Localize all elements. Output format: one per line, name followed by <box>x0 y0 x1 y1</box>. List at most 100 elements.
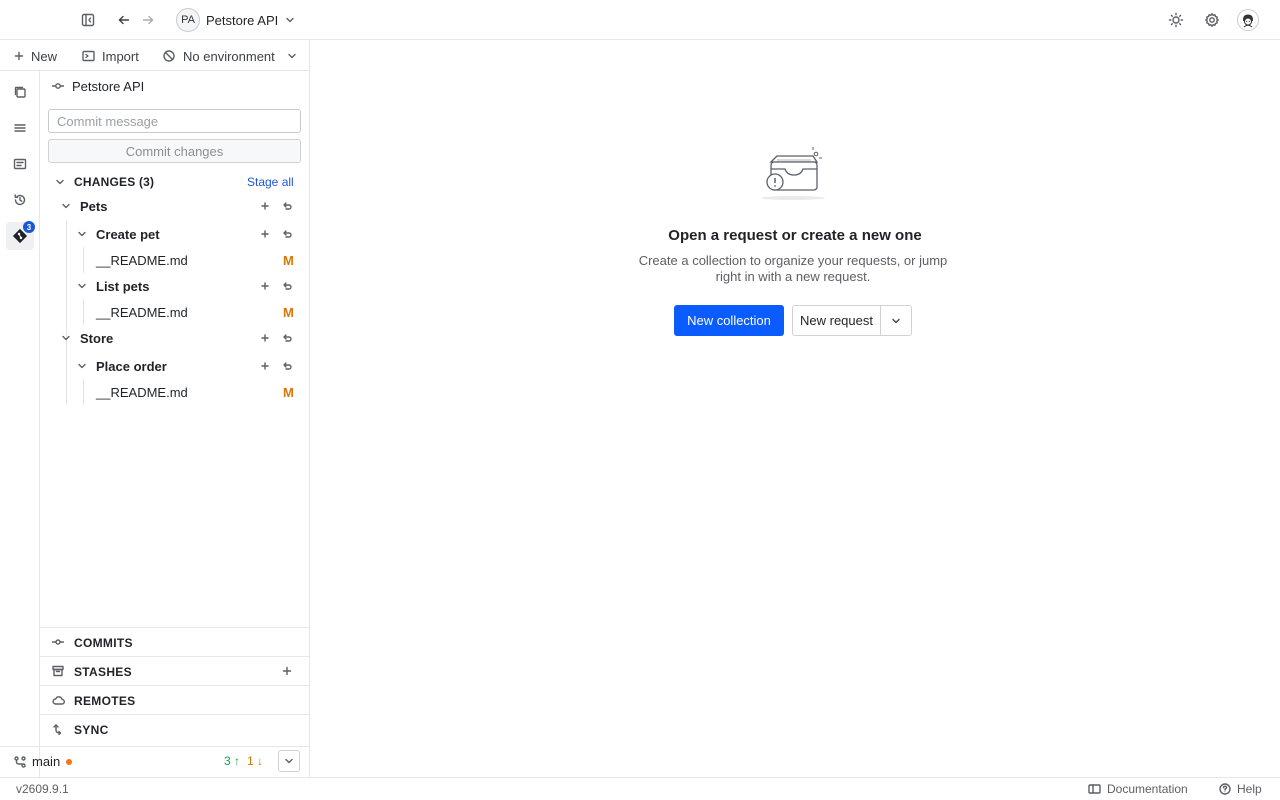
discard-undo-icon[interactable] <box>281 200 293 212</box>
sidebar-toggle-icon[interactable] <box>78 10 98 30</box>
discard-undo-icon[interactable] <box>281 332 293 344</box>
book-icon <box>1088 784 1101 794</box>
modified-status: M <box>283 252 294 268</box>
branch-bar: main 3 ↑ 1 ↓ <box>0 746 310 777</box>
tree-folder-list-pets[interactable]: List pets <box>40 273 310 299</box>
tree-label: __README.md <box>96 384 188 400</box>
new-collection-button[interactable]: New collection <box>674 305 784 336</box>
top-bar: PA Petstore API <box>0 0 1280 40</box>
gear-icon[interactable] <box>1202 10 1222 30</box>
changes-header[interactable]: CHANGES (3) Stage all <box>40 169 310 195</box>
changes-label: CHANGES (3) <box>74 175 155 189</box>
chevron-down-icon <box>285 758 293 764</box>
workspace-name: Petstore API <box>206 12 279 28</box>
environment-selector[interactable]: No environment <box>162 47 298 65</box>
new-request-button[interactable]: New request <box>793 306 881 335</box>
new-label: New <box>31 48 58 64</box>
cloud-icon <box>52 696 65 705</box>
no-environment-icon <box>163 50 175 62</box>
stage-plus-icon[interactable] <box>259 228 271 240</box>
status-bar: v2609.9.1 Documentation Help <box>0 777 1280 800</box>
chevron-down-icon <box>78 283 86 289</box>
documentation-link[interactable]: Documentation <box>1088 782 1188 796</box>
git-badge: 3 <box>23 221 35 233</box>
branch-name: main <box>32 754 61 769</box>
stage-plus-icon[interactable] <box>259 360 271 372</box>
tree-label: Store <box>80 330 114 346</box>
plus-icon[interactable] <box>282 666 292 676</box>
tree-folder-pets[interactable]: Pets <box>40 193 310 219</box>
workspace-switcher[interactable]: PA Petstore API <box>176 7 296 33</box>
new-button[interactable]: New <box>14 47 57 65</box>
repo-header: Petstore API <box>52 77 144 95</box>
remotes-section[interactable]: REMOTES <box>40 685 310 714</box>
collections-icon[interactable] <box>6 114 34 142</box>
commit-icon <box>52 639 64 645</box>
sync-section[interactable]: SYNC <box>40 714 310 743</box>
modified-status: M <box>283 304 294 320</box>
archive-icon <box>52 665 64 677</box>
tree-folder-place-order[interactable]: Place order <box>40 353 310 379</box>
git-panel: Petstore API Commit changes CHANGES (3) … <box>40 71 310 777</box>
stage-plus-icon[interactable] <box>259 332 271 344</box>
chevron-down-icon <box>78 363 86 369</box>
help-link[interactable]: Help <box>1219 782 1262 796</box>
modified-status: M <box>283 384 294 400</box>
discard-undo-icon[interactable] <box>281 360 293 372</box>
forward-arrow-icon[interactable] <box>138 10 158 30</box>
environment-label: No environment <box>183 48 275 64</box>
documentation-label: Documentation <box>1107 782 1188 796</box>
tree-file[interactable]: __README.md M <box>40 247 310 273</box>
tree-label: __README.md <box>96 252 188 268</box>
tree-folder-create-pet[interactable]: Create pet <box>40 221 310 247</box>
behind-count: 1 ↓ <box>247 754 264 768</box>
remotes-label: REMOTES <box>74 694 136 708</box>
plus-icon <box>14 51 24 61</box>
tree-file[interactable]: __README.md M <box>40 299 310 325</box>
back-arrow-icon[interactable] <box>114 10 134 30</box>
history-icon[interactable] <box>6 186 34 214</box>
help-circle-icon <box>1219 783 1231 795</box>
environments-icon[interactable] <box>6 150 34 178</box>
chevron-down-icon <box>78 231 86 237</box>
tree-label: List pets <box>96 278 150 294</box>
stashes-section[interactable]: STASHES <box>40 656 310 685</box>
git-icon[interactable]: 3 <box>6 221 35 250</box>
workspace-avatar: PA <box>176 8 200 32</box>
sync-arrows-icon <box>53 724 62 735</box>
discard-undo-icon[interactable] <box>281 280 293 292</box>
ahead-count: 3 ↑ <box>224 754 241 768</box>
commits-section[interactable]: COMMITS <box>40 627 310 656</box>
stage-plus-icon[interactable] <box>259 200 271 212</box>
tree-label: Create pet <box>96 226 160 242</box>
repo-name: Petstore API <box>72 78 145 94</box>
copy-icon[interactable] <box>6 78 34 106</box>
chevron-down-icon <box>284 14 296 26</box>
version-label: v2609.9.1 <box>16 782 69 796</box>
chevron-down-icon <box>62 335 70 341</box>
stage-plus-icon[interactable] <box>259 280 271 292</box>
user-avatar-icon[interactable] <box>1237 9 1259 31</box>
uncommitted-dot <box>66 758 73 765</box>
sun-icon[interactable] <box>1166 10 1186 30</box>
commit-changes-button[interactable]: Commit changes <box>48 139 301 163</box>
tree-label: Pets <box>80 198 108 214</box>
branch-icon <box>14 755 26 768</box>
new-request-dropdown[interactable] <box>881 306 911 335</box>
branch-switcher[interactable]: main <box>14 754 73 769</box>
import-icon <box>82 50 95 62</box>
new-request-split-button: New request <box>792 305 912 336</box>
tree-folder-store[interactable]: Store <box>40 325 310 351</box>
tree-file[interactable]: __README.md M <box>40 379 310 405</box>
branch-menu-button[interactable] <box>278 750 300 772</box>
tree-label: __README.md <box>96 304 188 320</box>
import-button[interactable]: Import <box>82 47 139 65</box>
stage-all-link[interactable]: Stage all <box>247 175 294 189</box>
import-label: Import <box>102 48 139 64</box>
discard-undo-icon[interactable] <box>281 228 293 240</box>
help-label: Help <box>1237 782 1262 796</box>
activity-bar: 3 <box>0 71 40 777</box>
empty-state-title: Open a request or create a new one <box>668 227 922 244</box>
chevron-down-icon <box>892 318 900 323</box>
commit-message-input[interactable] <box>48 109 301 133</box>
